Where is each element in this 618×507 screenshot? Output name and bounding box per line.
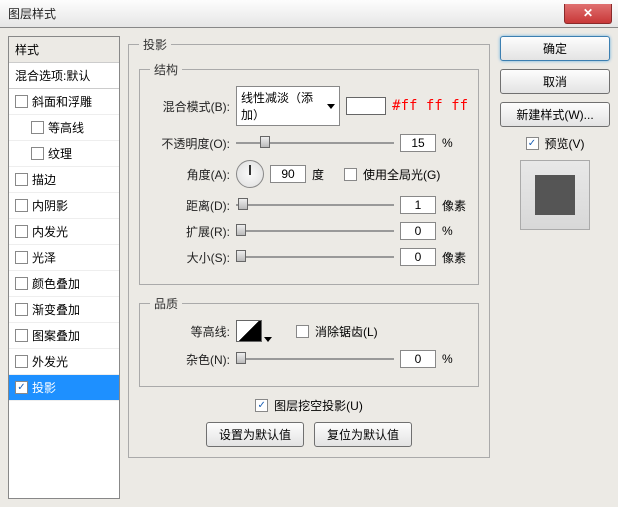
set-default-button[interactable]: 设置为默认值 — [206, 422, 304, 447]
distance-label: 距离(D): — [150, 197, 230, 214]
styles-header: 样式 — [9, 37, 119, 63]
angle-dial[interactable] — [236, 160, 264, 188]
color-swatch[interactable] — [346, 97, 386, 115]
effect-group: 投影 结构 混合模式(B): 线性减淡（添加） #ff ff ff 不透明度(O… — [128, 36, 490, 458]
close-button[interactable]: ✕ — [564, 4, 612, 24]
angle-label: 角度(A): — [150, 166, 230, 183]
size-unit: 像素 — [442, 249, 468, 266]
style-item[interactable]: 渐变叠加 — [9, 297, 119, 323]
style-checkbox[interactable] — [31, 147, 44, 160]
angle-unit: 度 — [312, 166, 338, 183]
global-light-checkbox[interactable] — [344, 168, 357, 181]
style-item[interactable]: 纹理 — [9, 141, 119, 167]
style-item-label: 图案叠加 — [32, 327, 80, 344]
style-checkbox[interactable] — [15, 199, 28, 212]
structure-group: 结构 混合模式(B): 线性减淡（添加） #ff ff ff 不透明度(O): … — [139, 61, 479, 285]
structure-legend: 结构 — [150, 61, 182, 78]
spread-slider[interactable] — [236, 224, 394, 238]
noise-label: 杂色(N): — [150, 351, 230, 368]
style-checkbox[interactable] — [15, 303, 28, 316]
style-item[interactable]: 内阴影 — [9, 193, 119, 219]
opacity-unit: % — [442, 136, 468, 150]
spread-unit: % — [442, 224, 468, 238]
style-item[interactable]: 等高线 — [9, 115, 119, 141]
style-checkbox[interactable] — [15, 277, 28, 290]
style-checkbox[interactable] — [15, 95, 28, 108]
preview-checkbox[interactable]: ✓ — [526, 137, 539, 150]
style-item[interactable]: 颜色叠加 — [9, 271, 119, 297]
new-style-button[interactable]: 新建样式(W)... — [500, 102, 610, 127]
opacity-label: 不透明度(O): — [150, 135, 230, 152]
reset-default-button[interactable]: 复位为默认值 — [314, 422, 412, 447]
style-item[interactable]: 内发光 — [9, 219, 119, 245]
preview-thumbnail — [520, 160, 590, 230]
style-checkbox[interactable] — [15, 225, 28, 238]
opacity-slider[interactable] — [236, 136, 394, 150]
distance-input[interactable]: 1 — [400, 196, 436, 214]
style-item-label: 渐变叠加 — [32, 301, 80, 318]
style-checkbox[interactable] — [31, 121, 44, 134]
style-item[interactable]: ✓ 投影 — [9, 375, 119, 401]
style-item[interactable]: 外发光 — [9, 349, 119, 375]
noise-slider[interactable] — [236, 352, 394, 366]
style-item-label: 描边 — [32, 171, 56, 188]
style-item-label: 颜色叠加 — [32, 275, 80, 292]
style-item-label: 光泽 — [32, 249, 56, 266]
size-input[interactable]: 0 — [400, 248, 436, 266]
knockout-label: 图层挖空投影(U) — [274, 397, 363, 414]
blend-options-item[interactable]: 混合选项:默认 — [9, 63, 119, 89]
distance-slider[interactable] — [236, 198, 394, 212]
quality-group: 品质 等高线: 消除锯齿(L) 杂色(N): 0 % — [139, 295, 479, 387]
chevron-down-icon — [264, 337, 272, 342]
antialias-checkbox[interactable] — [296, 325, 309, 338]
style-item-label: 内阴影 — [32, 197, 68, 214]
style-checkbox[interactable] — [15, 355, 28, 368]
style-item-label: 投影 — [32, 379, 56, 396]
spread-input[interactable]: 0 — [400, 222, 436, 240]
style-item-label: 内发光 — [32, 223, 68, 240]
style-item-label: 纹理 — [48, 145, 72, 162]
style-item[interactable]: 斜面和浮雕 — [9, 89, 119, 115]
ok-button[interactable]: 确定 — [500, 36, 610, 61]
style-checkbox[interactable] — [15, 251, 28, 264]
chevron-down-icon — [327, 104, 335, 109]
quality-legend: 品质 — [150, 295, 182, 312]
blend-mode-label: 混合模式(B): — [150, 98, 230, 115]
window-title: 图层样式 — [8, 5, 56, 22]
style-item-label: 斜面和浮雕 — [32, 93, 92, 110]
blend-mode-select[interactable]: 线性减淡（添加） — [236, 86, 340, 126]
style-item-label: 外发光 — [32, 353, 68, 370]
spread-label: 扩展(R): — [150, 223, 230, 240]
style-item[interactable]: 描边 — [9, 167, 119, 193]
style-checkbox[interactable]: ✓ — [15, 381, 28, 394]
distance-unit: 像素 — [442, 197, 468, 214]
styles-list: 样式 混合选项:默认 斜面和浮雕等高线纹理描边内阴影内发光光泽颜色叠加渐变叠加图… — [8, 36, 120, 499]
style-item[interactable]: 图案叠加 — [9, 323, 119, 349]
style-checkbox[interactable] — [15, 173, 28, 186]
close-icon: ✕ — [583, 6, 593, 20]
noise-input[interactable]: 0 — [400, 350, 436, 368]
style-item-label: 等高线 — [48, 119, 84, 136]
color-hex: #ff ff ff — [392, 98, 468, 114]
size-slider[interactable] — [236, 250, 394, 264]
global-light-label: 使用全局光(G) — [363, 166, 440, 183]
opacity-input[interactable]: 15 — [400, 134, 436, 152]
knockout-checkbox[interactable]: ✓ — [255, 399, 268, 412]
effect-legend: 投影 — [139, 36, 171, 53]
angle-input[interactable]: 90 — [270, 165, 306, 183]
contour-picker[interactable] — [236, 320, 272, 342]
preview-label: 预览(V) — [545, 135, 585, 152]
size-label: 大小(S): — [150, 249, 230, 266]
blend-mode-value: 线性减淡（添加） — [241, 89, 327, 123]
noise-unit: % — [442, 352, 468, 366]
cancel-button[interactable]: 取消 — [500, 69, 610, 94]
antialias-label: 消除锯齿(L) — [315, 323, 378, 340]
style-checkbox[interactable] — [15, 329, 28, 342]
style-item[interactable]: 光泽 — [9, 245, 119, 271]
contour-label: 等高线: — [150, 323, 230, 340]
